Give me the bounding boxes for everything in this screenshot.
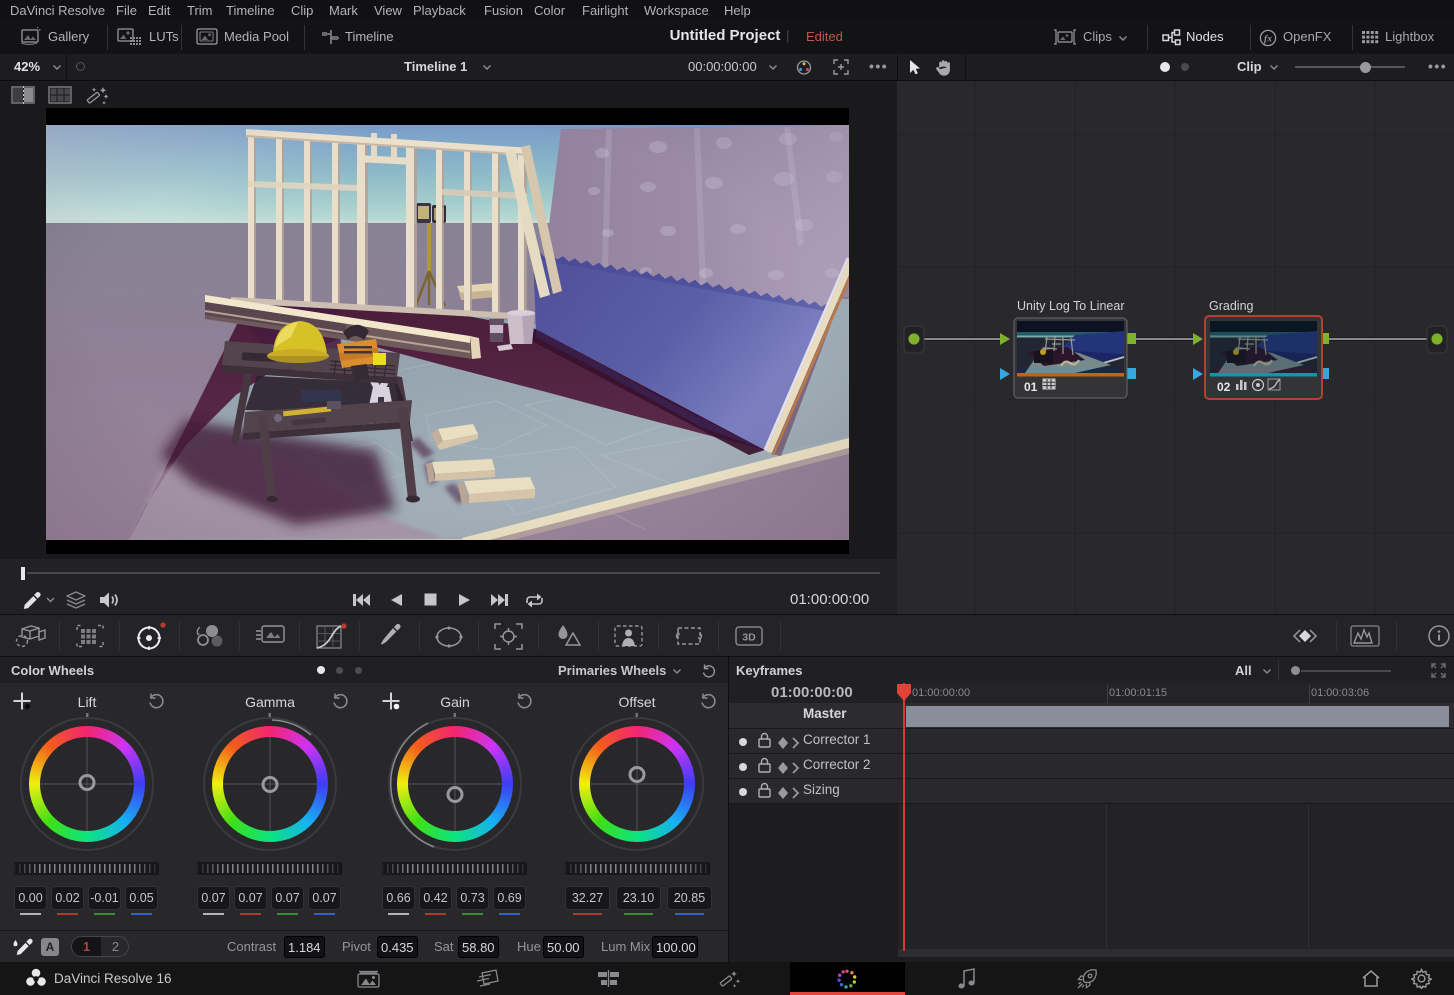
svg-text:fx: fx	[1264, 35, 1272, 45]
svg-text:Grading: Grading	[1209, 299, 1254, 313]
svg-text:01: 01	[1024, 380, 1038, 394]
svg-text:3D: 3D	[742, 632, 756, 644]
svg-text:Unity Log To Linear: Unity Log To Linear	[1017, 299, 1124, 313]
svg-text:02: 02	[1217, 380, 1231, 394]
